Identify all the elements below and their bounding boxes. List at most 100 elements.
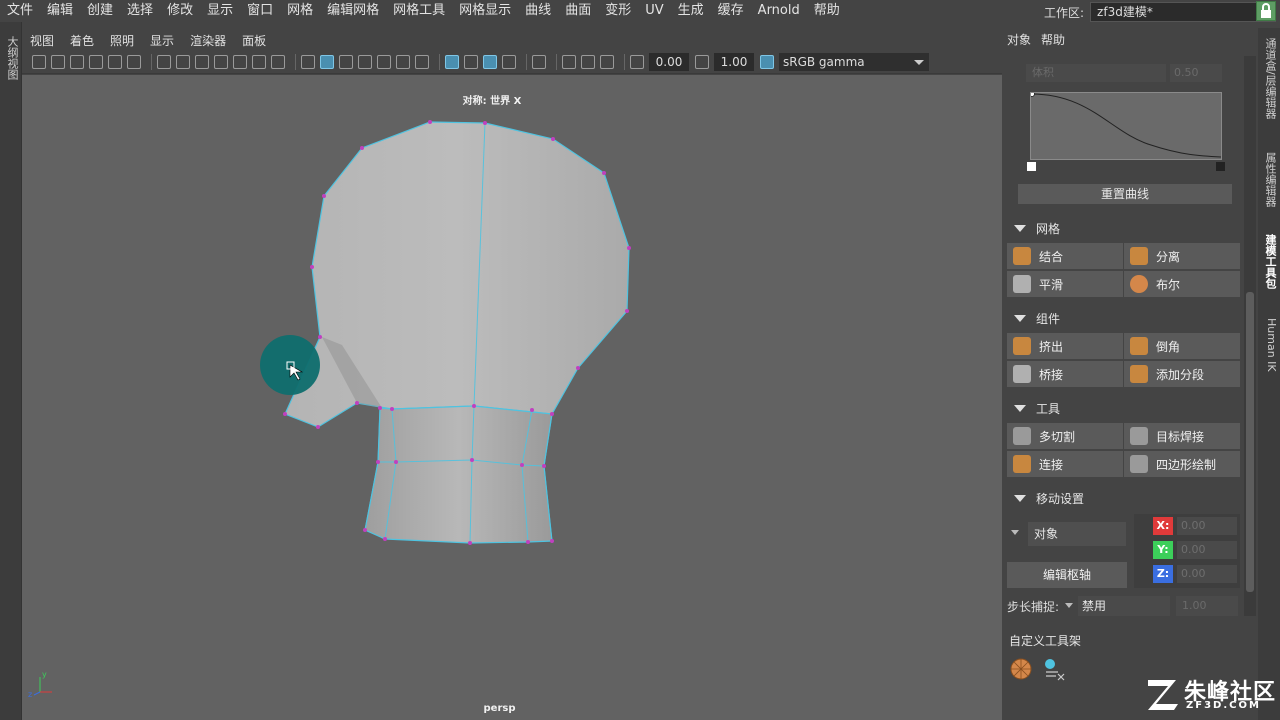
curve-handle-end[interactable]	[1216, 162, 1225, 171]
menu-cache[interactable]: 缓存	[711, 0, 751, 22]
multi-cut-button[interactable]: 多切割	[1007, 423, 1123, 449]
exposure-field[interactable]: 0.00	[649, 52, 689, 71]
step-snap-dropdown[interactable]: 禁用	[1078, 596, 1170, 616]
hud-icon[interactable]	[600, 54, 614, 69]
falloff-value[interactable]: 0.50	[1170, 64, 1222, 82]
shadows-icon[interactable]	[396, 54, 410, 69]
panel-menu-help[interactable]: 帮助	[1036, 31, 1070, 48]
xray-active-icon[interactable]	[464, 54, 478, 69]
tab-modeling-toolkit[interactable]: 建模工具包	[1260, 234, 1278, 289]
head-shape[interactable]	[284, 121, 630, 428]
add-divisions-button[interactable]: 添加分段	[1124, 361, 1240, 387]
section-move-header[interactable]: 移动设置	[1006, 487, 1240, 509]
grease-pencil-icon[interactable]	[127, 54, 141, 69]
falloff-curve[interactable]	[1029, 91, 1222, 160]
menu-file[interactable]: 文件	[0, 0, 40, 22]
isolate-icon[interactable]	[562, 54, 576, 69]
x-value-field[interactable]: 0.00	[1177, 517, 1237, 535]
extrude-button[interactable]: 挤出	[1007, 333, 1123, 359]
camera-select-icon[interactable]	[32, 54, 46, 69]
xray-joints-icon[interactable]	[483, 54, 497, 69]
wireframe-on-shaded-icon[interactable]	[339, 54, 353, 69]
exposure-icon[interactable]	[630, 54, 644, 69]
menu-create[interactable]: 创建	[80, 0, 120, 22]
ambient-occlusion-icon[interactable]	[415, 54, 429, 69]
camera-attr-icon[interactable]	[51, 54, 65, 69]
safe-action-icon[interactable]	[252, 54, 266, 69]
smooth-button[interactable]: 平滑	[1007, 271, 1123, 297]
film-gate-icon[interactable]	[176, 54, 190, 69]
menu-display[interactable]: 显示	[200, 0, 240, 22]
lights-icon[interactable]	[377, 54, 391, 69]
scroll-thumb[interactable]	[1246, 292, 1254, 592]
viewport-2-icon[interactable]	[581, 54, 595, 69]
2d-pan-icon[interactable]	[108, 54, 122, 69]
lock-icon[interactable]	[1256, 1, 1276, 21]
menu-mesh-display[interactable]: 网格显示	[452, 0, 518, 22]
select-camera-icon[interactable]	[532, 54, 546, 69]
gate-mask-icon[interactable]	[214, 54, 228, 69]
gamma-field[interactable]: 1.00	[714, 52, 754, 71]
x-axis-label[interactable]: X:	[1153, 517, 1173, 535]
resolution-gate-icon[interactable]	[195, 54, 209, 69]
backface-icon[interactable]	[502, 54, 516, 69]
safe-title-icon[interactable]	[271, 54, 285, 69]
vp-menu-shading[interactable]: 着色	[62, 32, 102, 49]
menu-modify[interactable]: 修改	[160, 0, 200, 22]
bridge-button[interactable]: 桥接	[1007, 361, 1123, 387]
section-mesh-header[interactable]: 网格	[1006, 217, 1240, 239]
textured-icon[interactable]	[358, 54, 372, 69]
y-value-field[interactable]: 0.00	[1177, 541, 1237, 559]
edit-pivot-button[interactable]: 编辑枢轴	[1007, 562, 1127, 588]
gamma-icon[interactable]	[695, 54, 709, 69]
panel-menu-object[interactable]: 对象	[1002, 31, 1036, 48]
separate-button[interactable]: 分离	[1124, 243, 1240, 269]
quad-draw-button[interactable]: 四边形绘制	[1124, 451, 1240, 477]
curve-handle-start[interactable]	[1027, 162, 1036, 171]
menu-select[interactable]: 选择	[120, 0, 160, 22]
tab-attribute-editor[interactable]: 属性编辑器	[1260, 152, 1278, 207]
tab-outliner[interactable]: 大纲视图	[2, 36, 20, 80]
workspace-dropdown[interactable]: zf3d建模*	[1090, 2, 1277, 22]
menu-mesh[interactable]: 网格	[280, 0, 320, 22]
menu-surfaces[interactable]: 曲面	[558, 0, 598, 22]
3d-viewport[interactable]: 对称: 世界 X z y persp	[22, 75, 1002, 720]
field-chart-icon[interactable]	[233, 54, 247, 69]
menu-curves[interactable]: 曲线	[518, 0, 558, 22]
tab-channel-box[interactable]: 通道盒/层编辑器	[1260, 38, 1278, 119]
vp-menu-view[interactable]: 视图	[22, 32, 62, 49]
section-tools-header[interactable]: 工具	[1006, 397, 1240, 419]
vp-menu-panels[interactable]: 面板	[234, 32, 274, 49]
vp-menu-show[interactable]: 显示	[142, 32, 182, 49]
section-components-header[interactable]: 组件	[1006, 307, 1240, 329]
boolean-button[interactable]: 布尔	[1124, 271, 1240, 297]
menu-edit-mesh[interactable]: 编辑网格	[320, 0, 386, 22]
vp-menu-lighting[interactable]: 照明	[102, 32, 142, 49]
z-axis-label[interactable]: Z:	[1153, 565, 1173, 583]
bookmark-icon[interactable]	[70, 54, 84, 69]
connect-button[interactable]: 连接	[1007, 451, 1123, 477]
target-weld-button[interactable]: 目标焊接	[1124, 423, 1240, 449]
wireframe-icon[interactable]	[301, 54, 315, 69]
move-space-dropdown[interactable]: 对象	[1028, 522, 1126, 546]
menu-arnold[interactable]: Arnold	[751, 0, 807, 22]
image-plane-icon[interactable]	[89, 54, 103, 69]
sphere-tool-icon[interactable]	[1008, 656, 1034, 682]
color-space-dropdown[interactable]: sRGB gamma	[779, 52, 929, 71]
head-mesh[interactable]: z y	[22, 75, 1002, 720]
bevel-button[interactable]: 倒角	[1124, 333, 1240, 359]
tab-human-ik[interactable]: Human IK	[1260, 318, 1278, 372]
menu-help[interactable]: 帮助	[807, 0, 847, 22]
falloff-dropdown[interactable]: 体积	[1026, 64, 1166, 82]
node-tool-icon[interactable]	[1042, 656, 1068, 682]
vp-menu-renderer[interactable]: 渲染器	[182, 32, 234, 49]
menu-generate[interactable]: 生成	[671, 0, 711, 22]
combine-button[interactable]: 结合	[1007, 243, 1123, 269]
reset-curve-button[interactable]: 重置曲线	[1018, 184, 1232, 204]
menu-uv[interactable]: UV	[638, 0, 670, 22]
z-value-field[interactable]: 0.00	[1177, 565, 1237, 583]
menu-mesh-tools[interactable]: 网格工具	[386, 0, 452, 22]
panel-scrollbar[interactable]	[1244, 56, 1256, 616]
y-axis-label[interactable]: Y:	[1153, 541, 1173, 559]
color-management-icon[interactable]	[760, 54, 774, 69]
